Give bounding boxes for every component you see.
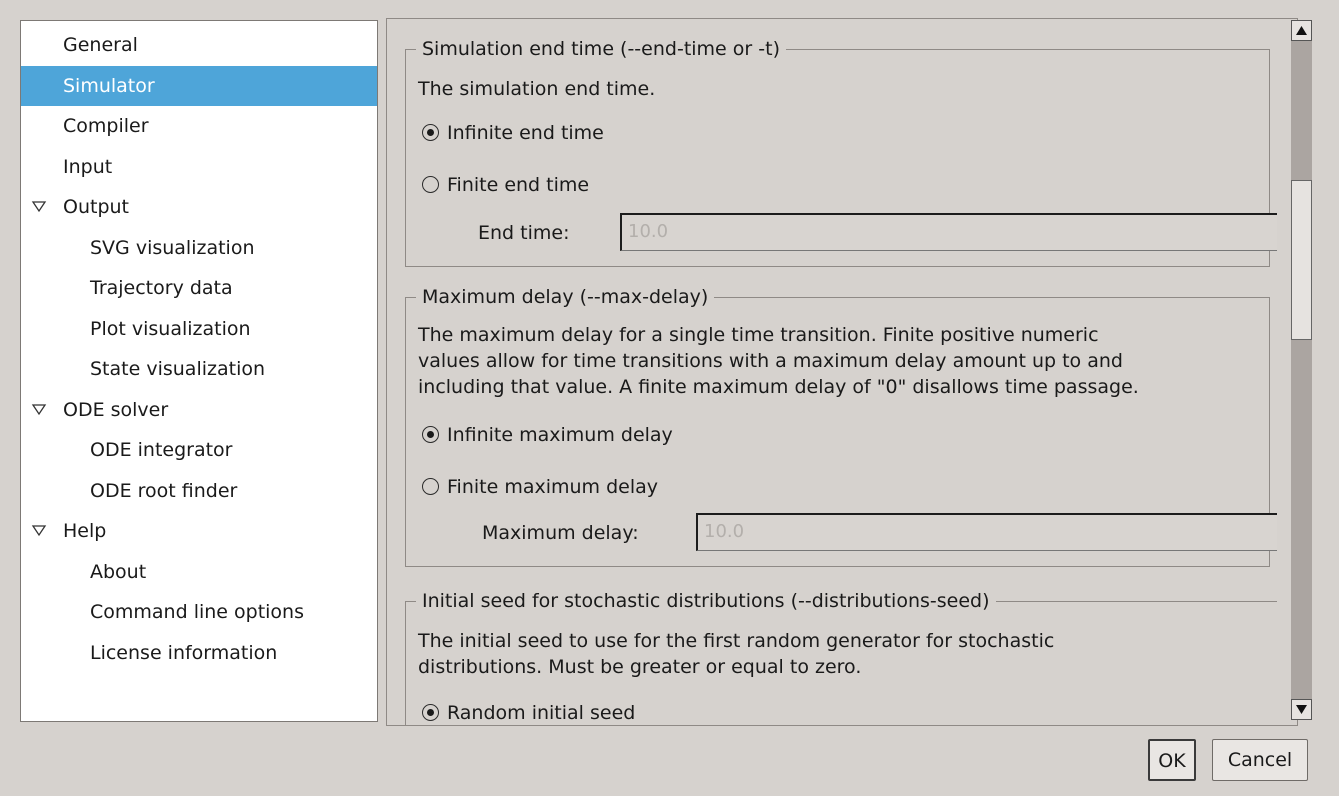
tree-item-label: State visualization: [90, 358, 266, 380]
finite-max-delay-label: Finite maximum delay: [447, 476, 659, 498]
tree-item-ode-root-finder[interactable]: ODE root finder: [21, 471, 377, 511]
radio-checked-icon: [422, 426, 439, 443]
seed-group-title: Initial seed for stochastic distribution…: [416, 588, 996, 614]
arrow-up-icon: [1296, 26, 1307, 35]
tree-item-label: General: [63, 34, 138, 56]
cancel-button[interactable]: Cancel: [1212, 739, 1308, 781]
tree-item-general[interactable]: General: [21, 25, 377, 65]
max-delay-description-line-1: The maximum delay for a single time tran…: [418, 324, 1099, 346]
max-delay-row: Maximum delay: 10.0: [482, 513, 1277, 553]
infinite-end-time-radio[interactable]: Infinite end time: [422, 118, 604, 148]
tree-item-label: Plot visualization: [90, 317, 251, 340]
tree-item-label: Output: [63, 196, 129, 218]
max-delay-label: Maximum delay:: [482, 522, 639, 544]
end-time-group: Simulation end time (--end-time or -t) T…: [405, 36, 1277, 267]
end-time-input[interactable]: 10.0: [620, 213, 1277, 251]
seed-group: Initial seed for stochastic distribution…: [405, 588, 1277, 725]
end-time-label: End time:: [478, 222, 570, 244]
tree-item-license-information[interactable]: License information: [21, 633, 377, 673]
tree-item-label: Compiler: [63, 115, 149, 137]
infinite-max-delay-radio[interactable]: Infinite maximum delay: [422, 420, 673, 450]
triangle-down-icon[interactable]: [31, 402, 47, 418]
max-delay-group: Maximum delay (--max-delay) The maximum …: [405, 284, 1277, 567]
tree-item-ode-solver[interactable]: ODE solver: [21, 390, 377, 430]
tree-item-compiler[interactable]: Compiler: [21, 106, 377, 146]
tree-item-ode-integrator[interactable]: ODE integrator: [21, 430, 377, 470]
tree-item-output[interactable]: Output: [21, 187, 377, 227]
end-time-group-title: Simulation end time (--end-time or -t): [416, 36, 786, 62]
tree-item-label: SVG visualization: [90, 236, 255, 259]
radio-unchecked-icon: [422, 176, 439, 193]
tree-item-label: ODE root finder: [90, 479, 238, 502]
tree-item-label: Input: [63, 155, 113, 178]
infinite-end-time-label: Infinite end time: [447, 122, 604, 144]
finite-end-time-label: Finite end time: [447, 174, 590, 196]
tree-item-plot-visualization[interactable]: Plot visualization: [21, 309, 377, 349]
tree-item-label: Simulator: [63, 74, 155, 97]
end-time-description: The simulation end time.: [418, 78, 656, 100]
scrollbar-thumb[interactable]: [1291, 180, 1312, 340]
tree-item-help[interactable]: Help: [21, 511, 377, 551]
options-tree[interactable]: General Simulator Compiler Input Output SVG v…: [20, 20, 378, 722]
max-delay-description-line-2: values allow for time transitions with a…: [418, 350, 1123, 372]
arrow-down-icon: [1296, 705, 1307, 714]
radio-unchecked-icon: [422, 478, 439, 495]
tree-item-label: License information: [90, 641, 278, 664]
max-delay-group-title: Maximum delay (--max-delay): [416, 284, 715, 310]
triangle-down-icon[interactable]: [31, 523, 47, 539]
seed-description-line-2: distributions. Must be greater or equal …: [418, 656, 862, 678]
max-delay-description-line-3: including that value. A finite maximum d…: [418, 376, 1139, 398]
radio-checked-icon: [422, 124, 439, 141]
tree-item-svg-visualization[interactable]: SVG visualization: [21, 228, 377, 268]
tree-item-label: Help: [63, 520, 107, 542]
tree-item-label: About: [90, 560, 147, 583]
vertical-scrollbar[interactable]: [1291, 20, 1312, 720]
tree-item-about[interactable]: About: [21, 552, 377, 592]
max-delay-input[interactable]: 10.0: [696, 513, 1277, 551]
ok-button[interactable]: OK: [1148, 739, 1196, 781]
random-seed-radio[interactable]: Random initial seed: [422, 698, 635, 725]
seed-description-line-1: The initial seed to use for the first ra…: [418, 630, 1055, 652]
tree-item-simulator[interactable]: Simulator: [21, 65, 377, 106]
scroll-up-button[interactable]: [1291, 20, 1312, 41]
infinite-max-delay-label: Infinite maximum delay: [447, 424, 673, 446]
tree-item-input[interactable]: Input: [21, 147, 377, 187]
tree-item-state-visualization[interactable]: State visualization: [21, 349, 377, 389]
end-time-row: End time: 10.0: [478, 213, 1277, 253]
tree-item-label: Trajectory data: [90, 277, 233, 299]
radio-checked-icon: [422, 704, 439, 721]
random-seed-label: Random initial seed: [447, 702, 636, 724]
finite-max-delay-radio[interactable]: Finite maximum delay: [422, 472, 658, 502]
tree-item-label: ODE solver: [63, 398, 169, 421]
triangle-down-icon[interactable]: [31, 199, 47, 215]
tree-item-trajectory-data[interactable]: Trajectory data: [21, 268, 377, 308]
tree-item-command-line-options[interactable]: Command line options: [21, 592, 377, 632]
finite-end-time-radio[interactable]: Finite end time: [422, 170, 589, 200]
options-scroll-area: Simulation end time (--end-time or -t) T…: [386, 18, 1298, 726]
tree-item-label: Command line options: [90, 601, 305, 623]
tree-item-label: ODE integrator: [90, 439, 233, 461]
scroll-down-button[interactable]: [1291, 699, 1312, 720]
